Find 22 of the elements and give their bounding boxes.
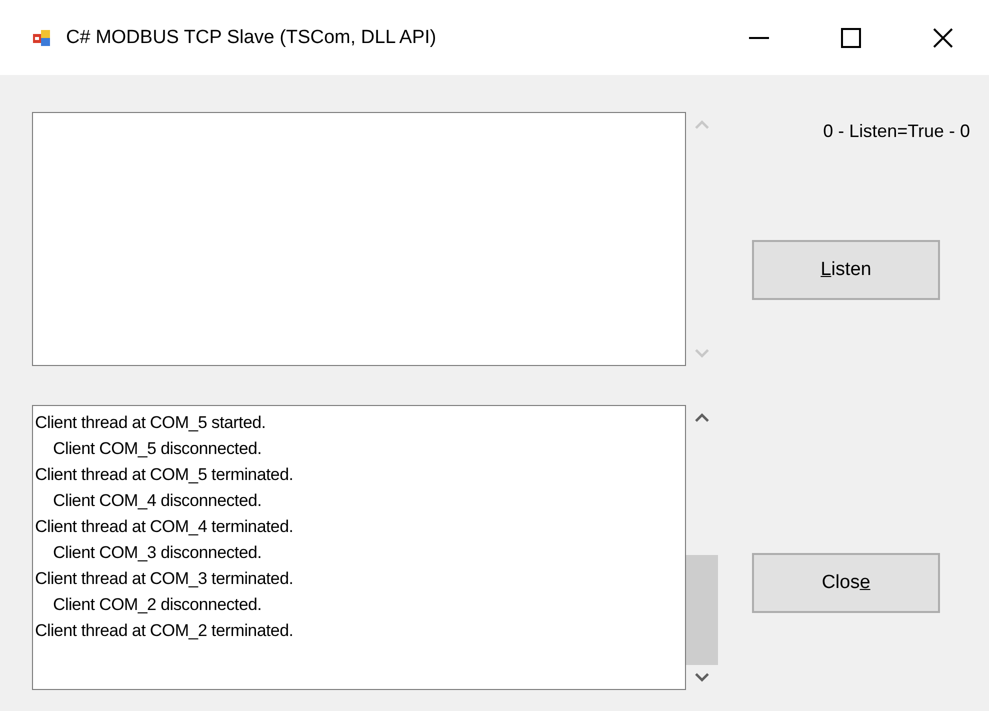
- maximize-icon: [841, 28, 861, 48]
- log-area[interactable]: [32, 405, 686, 690]
- log-line: Client thread at COM_2 terminated.: [35, 620, 294, 642]
- log-line: Client thread at COM_4 terminated.: [35, 516, 294, 538]
- close-icon: [933, 28, 953, 48]
- log-line: Client COM_2 disconnected.: [52, 594, 263, 616]
- window-title: C# MODBUS TCP Slave (TSCom, DLL API): [66, 26, 438, 48]
- log-line: Client thread at COM_5 terminated.: [35, 464, 294, 486]
- app-icon: [32, 28, 52, 48]
- minimize-icon: [749, 36, 769, 38]
- log-line: Client COM_4 disconnected.: [52, 490, 263, 512]
- close-button[interactable]: Close: [752, 553, 940, 613]
- listen-button[interactable]: Listen: [752, 240, 940, 300]
- scroll-down-icon[interactable]: [695, 673, 709, 682]
- scroll-up-icon[interactable]: [695, 413, 709, 422]
- log-line: Client thread at COM_3 terminated.: [35, 568, 294, 590]
- scroll-thumb[interactable]: [686, 555, 718, 665]
- log-line: Client COM_3 disconnected.: [52, 542, 263, 564]
- log-line: Client COM_5 disconnected.: [52, 438, 263, 460]
- text-area[interactable]: [32, 112, 686, 366]
- log-line: Client thread at COM_5 started.: [35, 412, 267, 434]
- status-label: 0 - Listen=True - 0: [823, 121, 970, 142]
